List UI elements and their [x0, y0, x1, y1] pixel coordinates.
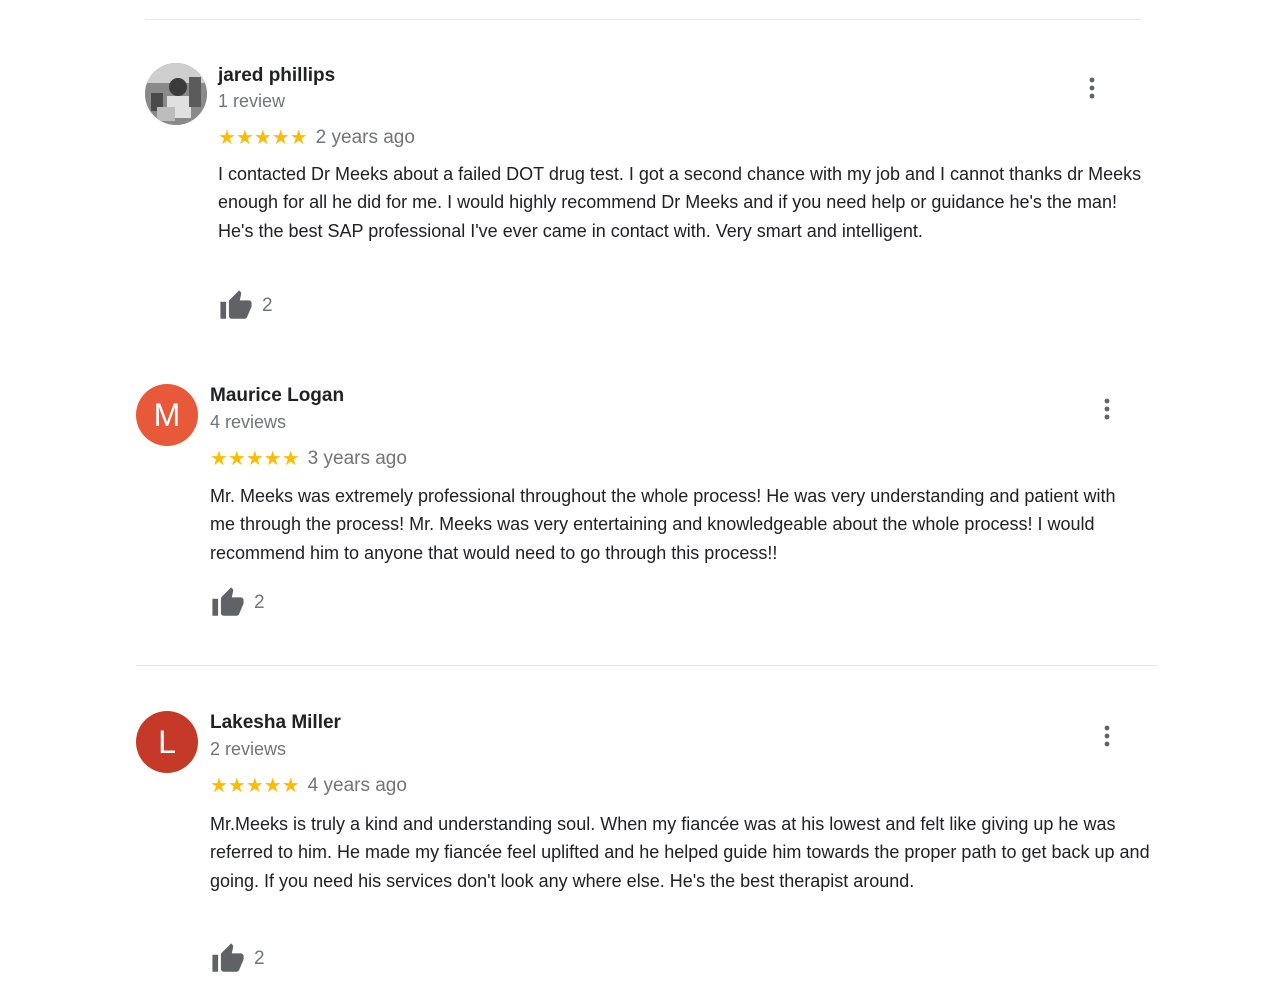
like-count: 2: [262, 295, 273, 316]
more-options-button[interactable]: [1097, 721, 1117, 751]
review-date: 2 years ago: [315, 126, 415, 148]
more-options-button[interactable]: [1082, 73, 1102, 103]
review-date: 4 years ago: [307, 774, 407, 796]
more-vert-icon: [1104, 725, 1110, 747]
more-vert-icon: [1089, 77, 1095, 99]
like-count: 2: [254, 592, 265, 613]
thumb-up-icon: [212, 587, 244, 616]
author-name[interactable]: jared phillips: [218, 65, 335, 87]
more-vert-icon: [1104, 398, 1110, 420]
thumb-up-icon: [212, 943, 244, 972]
author-review-count[interactable]: 4 reviews: [210, 412, 286, 433]
author-name[interactable]: Lakesha Miller: [210, 712, 341, 734]
author-review-count[interactable]: 2 reviews: [210, 739, 286, 760]
review-text: Mr. Meeks was extremely professional thr…: [210, 486, 1116, 563]
author-review-count[interactable]: 1 review: [218, 91, 285, 112]
author-name[interactable]: Maurice Logan: [210, 385, 344, 407]
rating-row: ★★★★★ 3 years ago: [210, 446, 407, 471]
thumb-up-icon: [220, 290, 252, 319]
rating-row: ★★★★★ 2 years ago: [218, 125, 415, 150]
review-text: I contacted Dr Meeks about a failed DOT …: [218, 164, 1142, 241]
review-date: 3 years ago: [307, 447, 407, 469]
avatar[interactable]: L: [136, 711, 198, 773]
review-divider: [136, 665, 1158, 666]
like-count: 2: [254, 948, 265, 969]
like-button[interactable]: 2: [218, 288, 273, 324]
avatar-letter: L: [158, 723, 176, 760]
like-button[interactable]: 2: [210, 941, 265, 977]
more-options-button[interactable]: [1097, 394, 1117, 424]
star-rating: ★★★★★: [210, 448, 300, 470]
review-text: Mr.Meeks is truly a kind and understandi…: [210, 814, 1150, 891]
avatar-letter: M: [153, 396, 181, 433]
user-photo-icon: [145, 63, 207, 125]
avatar[interactable]: M: [136, 384, 198, 446]
star-rating: ★★★★★: [210, 775, 300, 797]
rating-row: ★★★★★ 4 years ago: [210, 773, 407, 798]
review-card: jared phillips 1 review ★★★★★ 2 years ago…: [0, 0, 1280, 340]
like-button[interactable]: 2: [210, 585, 265, 621]
star-rating: ★★★★★: [218, 127, 308, 149]
avatar[interactable]: [145, 63, 207, 125]
